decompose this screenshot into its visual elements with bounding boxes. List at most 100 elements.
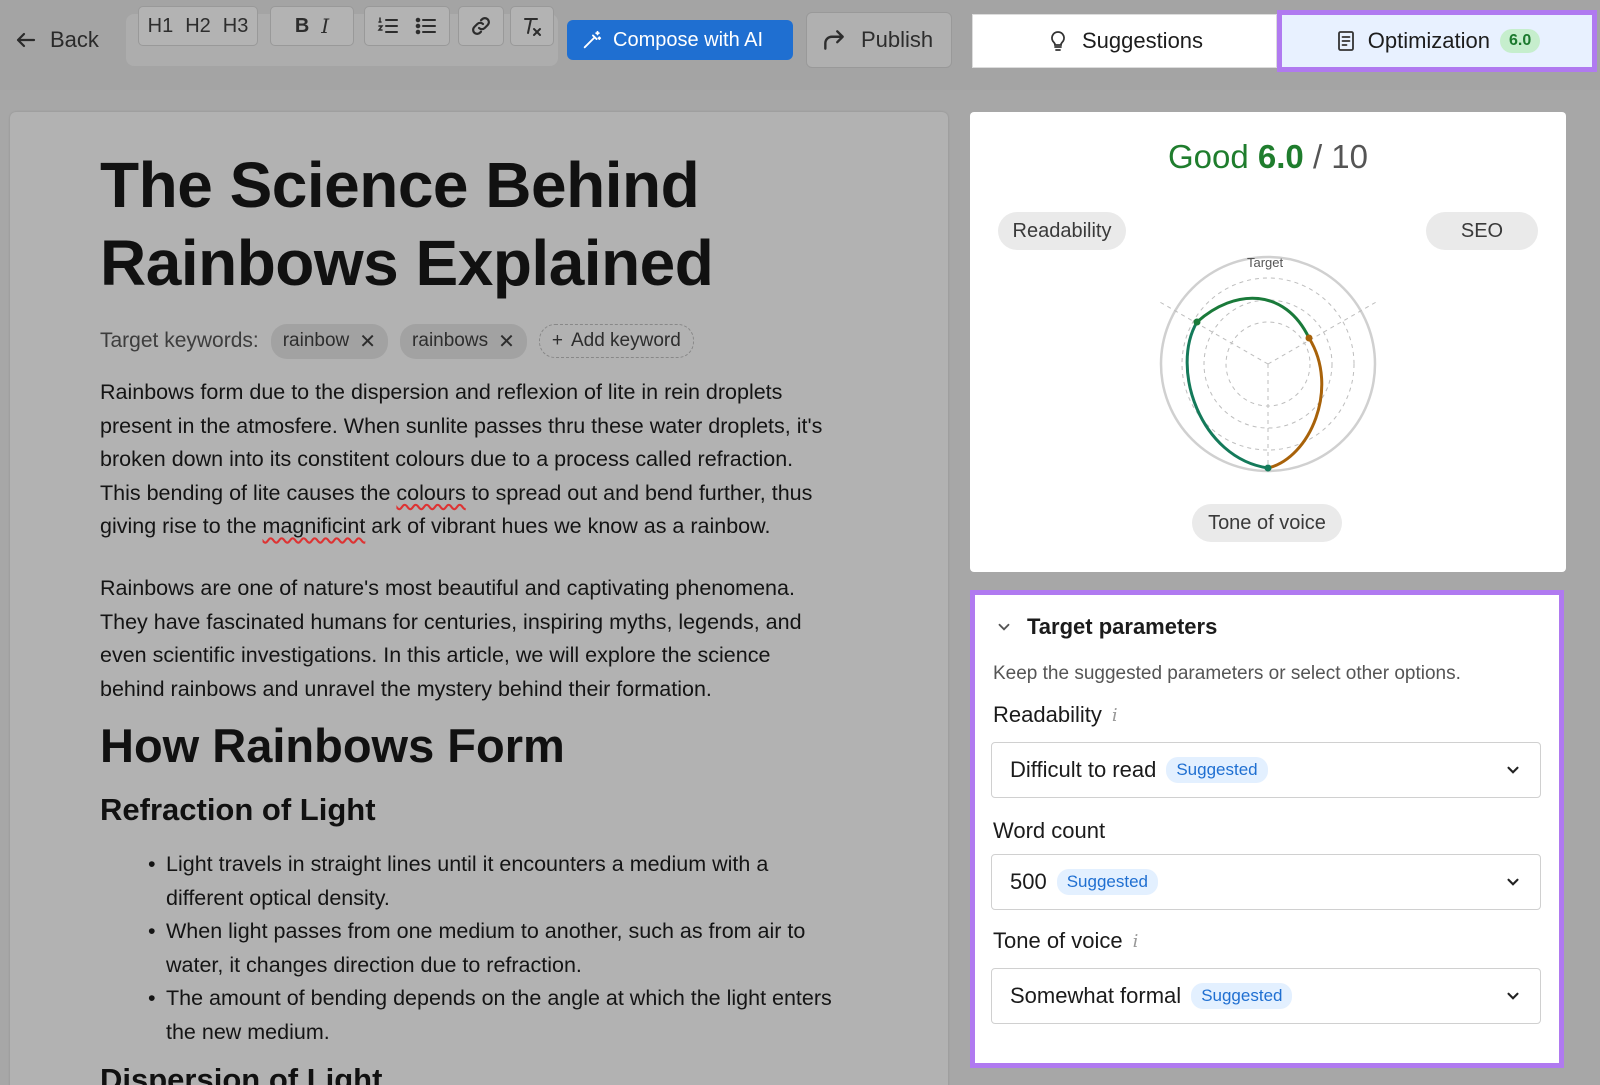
keywords-label: Target keywords: [100, 329, 259, 352]
chevron-down-icon [1507, 992, 1519, 1000]
back-label: Back [50, 27, 99, 52]
heading-buttons: H1 H2 H3 [138, 6, 258, 46]
bullet-dot: • [148, 852, 156, 876]
readability-pill[interactable]: Readability [998, 212, 1126, 250]
document-icon [1337, 31, 1354, 51]
radar-target-label: Target [1247, 255, 1284, 270]
readability-field-label: Readability i [993, 702, 1118, 728]
info-icon[interactable]: i [1112, 705, 1118, 726]
tone-value: Somewhat formal [1010, 983, 1182, 1008]
radar-point-readability [1193, 318, 1201, 326]
tab-optimization[interactable]: Optimization 6.0 [1277, 10, 1597, 72]
remove-icon[interactable]: ✕ [498, 329, 515, 354]
bold-button[interactable]: B [289, 15, 315, 38]
plus-icon: + [551, 330, 563, 351]
tone-label: Tone of voice [993, 928, 1123, 953]
heading-how-rainbows-form[interactable]: How Rainbows Form [100, 718, 565, 773]
paragraph-line: Rainbows form due to the dispersion and … [100, 380, 783, 404]
radar-axis-seo [1267, 300, 1379, 365]
link-icon [472, 17, 490, 35]
radar-chart [1157, 255, 1379, 473]
tab-suggestions-label: Suggestions [1081, 28, 1204, 53]
text-style-buttons: B I [270, 6, 354, 46]
paragraph-line: behind rainbows and unravel the mystery … [100, 676, 712, 701]
heading-refraction[interactable]: Refraction of Light [100, 792, 376, 828]
tone-field-label: Tone of voice i [993, 928, 1138, 954]
remove-icon[interactable]: ✕ [359, 329, 376, 354]
list-line: different optical density. [166, 885, 390, 910]
keyword-chip[interactable]: rainbows ✕ [400, 323, 527, 359]
word-count-field-label: Word count [993, 818, 1105, 844]
info-icon[interactable]: i [1133, 931, 1139, 952]
publish-label: Publish [861, 27, 934, 52]
chevron-down-icon [1507, 878, 1519, 886]
link-button[interactable] [458, 6, 504, 46]
word-count-value: 500 [1010, 869, 1047, 894]
clear-format-icon [524, 18, 541, 36]
suggested-badge: Suggested [1191, 983, 1293, 1009]
tab-suggestions[interactable]: Suggestions [972, 14, 1277, 68]
publish-button[interactable]: Publish [806, 12, 952, 68]
target-parameters-heading: Target parameters [1027, 614, 1218, 639]
score-max: 10 [1331, 138, 1368, 175]
h2-button[interactable]: H2 [179, 15, 217, 38]
compose-label: Compose with AI [613, 28, 764, 51]
add-keyword-label: Add keyword [570, 330, 681, 351]
paragraph-line: Rainbows are one of nature's most beauti… [100, 576, 795, 600]
h1-button[interactable]: H1 [142, 15, 180, 38]
italic-button[interactable]: I [315, 14, 335, 38]
paragraph-line: even scientific investigations. In this … [100, 643, 771, 667]
paragraph-line: giving rise to the magnificint ark of vi… [100, 510, 920, 544]
paragraph-2[interactable]: Rainbows are one of nature's most beauti… [100, 572, 920, 706]
word-count-select[interactable]: 500 Suggested [991, 854, 1541, 910]
back-button[interactable]: Back [14, 22, 99, 58]
list-item: • When light passes from one medium to an… [148, 915, 928, 982]
optimization-score-badge: 6.0 [1500, 29, 1541, 53]
lightbulb-icon [1051, 31, 1065, 51]
add-keyword-button[interactable]: + Add keyword [538, 324, 694, 358]
list-line: Light travels in straight lines until it… [166, 852, 769, 876]
seo-pill[interactable]: SEO [1426, 212, 1538, 250]
text-run: giving rise to the [100, 514, 263, 538]
bullet-list[interactable]: • Light travels in straight lines until i… [148, 848, 928, 1049]
misspelled-word[interactable]: colours [396, 481, 465, 505]
bullet-dot: • [148, 986, 156, 1010]
arrow-left-icon [16, 32, 36, 48]
suggested-badge: Suggested [1166, 757, 1268, 783]
tone-select[interactable]: Somewhat formal Suggested [991, 968, 1541, 1024]
radar-arc-readability [1196, 296, 1311, 339]
numbered-list-icon[interactable] [376, 14, 400, 38]
title-line-2: Rainbows Explained [100, 227, 714, 299]
word-count-label: Word count [993, 818, 1106, 843]
heading-dispersion[interactable]: Dispersion of Light [100, 1062, 382, 1085]
overall-score: Good 6.0 / 10 [970, 138, 1566, 176]
magic-wand-icon [583, 30, 602, 49]
keyword-chip-label: rainbows [412, 330, 489, 351]
clear-format-button[interactable] [510, 6, 554, 46]
title-line-1: The Science Behind [100, 149, 700, 221]
list-buttons [364, 6, 450, 46]
misspelled-word[interactable]: magnificint [263, 514, 366, 538]
keyword-chip[interactable]: rainbow ✕ [270, 323, 389, 359]
list-line: water, it changes direction due to refra… [166, 952, 582, 977]
paragraph-line: This bending of lite causes the colours … [100, 477, 920, 511]
radar-point-seo [1305, 334, 1313, 342]
target-parameters-toggle[interactable]: Target parameters [995, 614, 1217, 640]
document-title[interactable]: The Science Behind Rainbows Explained [100, 146, 820, 302]
h3-button[interactable]: H3 [217, 15, 255, 38]
score-rating: Good [1167, 138, 1249, 175]
list-line: When light passes from one medium to ano… [166, 919, 806, 943]
tone-of-voice-pill[interactable]: Tone of voice [1192, 504, 1342, 542]
radar-point-tone [1264, 464, 1272, 472]
radar-arc-seo [1267, 337, 1324, 470]
paragraph-line: They have fascinated humans for centurie… [100, 609, 802, 634]
list-line: The amount of bending depends on the ang… [166, 986, 832, 1010]
compose-with-ai-button[interactable]: Compose with AI [567, 20, 793, 60]
bullet-list-icon[interactable] [414, 14, 438, 38]
paragraph-1[interactable]: Rainbows form due to the dispersion and … [100, 376, 920, 544]
score-separator: / [1312, 138, 1323, 175]
target-keywords-row: Target keywords: rainbow ✕ rainbows ✕ + … [100, 322, 694, 360]
readability-select[interactable]: Difficult to read Suggested [991, 742, 1541, 798]
keyword-chip-label: rainbow [282, 330, 350, 351]
readability-value: Difficult to read [1010, 757, 1157, 782]
